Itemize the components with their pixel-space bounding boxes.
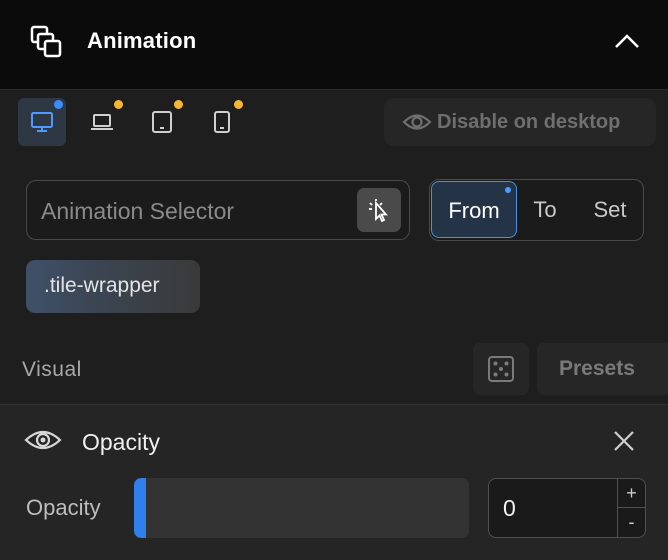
visual-section-label: Visual xyxy=(22,358,82,381)
selector-chip[interactable]: .tile-wrapper xyxy=(26,260,200,313)
section-header[interactable]: Animation xyxy=(0,0,668,90)
status-dot xyxy=(174,100,183,109)
device-laptop-button[interactable] xyxy=(78,98,126,146)
dice-icon xyxy=(488,356,514,382)
status-dot xyxy=(505,187,511,193)
overlap-squares-icon xyxy=(30,25,62,58)
opacity-value[interactable]: 0 xyxy=(503,495,516,522)
opacity-slider-fill[interactable] xyxy=(134,478,146,538)
opacity-field-label: Opacity xyxy=(26,495,101,520)
opacity-slider[interactable] xyxy=(134,478,469,538)
increment-button[interactable]: + xyxy=(617,479,645,508)
opacity-number-input[interactable]: 0 + - xyxy=(488,478,646,538)
disable-on-desktop-label: Disable on desktop xyxy=(437,111,621,133)
tab-from[interactable]: From xyxy=(431,181,517,238)
tab-set-label: Set xyxy=(593,197,627,222)
tab-from-label: From xyxy=(448,198,500,223)
selector-chip-label: .tile-wrapper xyxy=(44,274,160,297)
eye-icon[interactable] xyxy=(24,427,62,453)
status-dot xyxy=(234,100,243,109)
phone-icon xyxy=(214,111,230,133)
eye-icon xyxy=(402,114,432,130)
element-picker-button[interactable] xyxy=(357,188,401,232)
device-tablet-button[interactable] xyxy=(138,98,186,146)
status-dot xyxy=(114,100,123,109)
randomize-button[interactable] xyxy=(473,343,529,395)
tab-set[interactable]: Set xyxy=(580,180,640,239)
animation-selector-input[interactable]: Animation Selector xyxy=(26,180,410,240)
status-dot xyxy=(54,100,63,109)
tab-to[interactable]: To xyxy=(520,180,570,239)
monitor-icon xyxy=(31,112,53,132)
cursor-picker-icon xyxy=(369,199,388,222)
tab-to-label: To xyxy=(533,197,557,222)
presets-label: Presets xyxy=(559,357,635,380)
tablet-icon xyxy=(152,111,172,133)
decrement-button[interactable]: - xyxy=(617,508,645,537)
animation-selector-placeholder: Animation Selector xyxy=(41,198,235,224)
laptop-icon xyxy=(91,114,113,130)
opacity-panel-title: Opacity xyxy=(82,429,160,455)
chevron-up-icon[interactable] xyxy=(612,28,642,54)
opacity-panel: Opacity Opacity 0 + - xyxy=(0,404,668,560)
disable-on-desktop-button[interactable]: Disable on desktop xyxy=(384,98,656,146)
device-desktop-button[interactable] xyxy=(18,98,66,146)
animation-mode-tabs: From To Set xyxy=(429,179,644,241)
presets-button[interactable]: Presets xyxy=(537,343,668,395)
device-mobile-button[interactable] xyxy=(198,98,246,146)
close-icon[interactable] xyxy=(612,429,636,453)
section-title: Animation xyxy=(87,28,197,53)
